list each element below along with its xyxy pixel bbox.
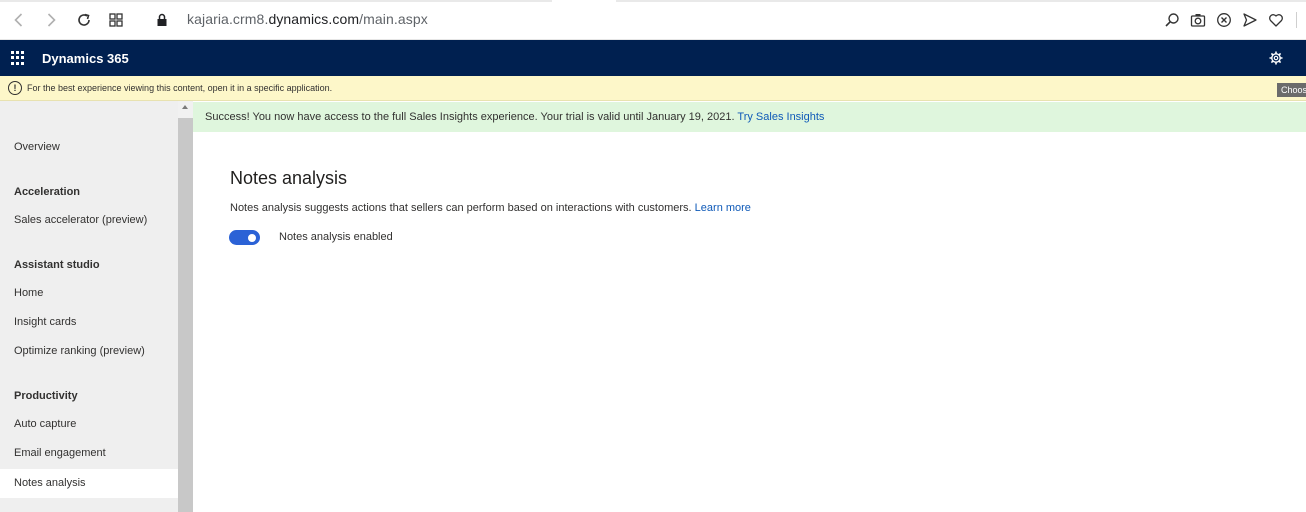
- info-icon: !: [8, 81, 22, 95]
- reload-icon[interactable]: [73, 9, 95, 31]
- forward-icon[interactable]: [40, 9, 62, 31]
- waffle-icon[interactable]: [11, 51, 25, 65]
- choose-app-button[interactable]: Choos: [1277, 83, 1306, 97]
- tabs-grid-icon[interactable]: [105, 9, 127, 31]
- page-title: Notes analysis: [230, 168, 348, 188]
- sidebar-item-optimize-ranking[interactable]: Optimize ranking (preview): [0, 337, 178, 366]
- app-title[interactable]: Dynamics 365: [42, 51, 129, 66]
- toolbar-separator: [1296, 12, 1297, 28]
- send-icon[interactable]: [1241, 11, 1259, 29]
- camera-icon[interactable]: [1189, 11, 1207, 29]
- success-message: Success! You now have access to the full…: [205, 111, 735, 123]
- back-icon[interactable]: [8, 9, 30, 31]
- learn-more-link[interactable]: Learn more: [695, 202, 751, 214]
- url-path: /main.aspx: [359, 11, 428, 27]
- page-description: Notes analysis suggests actions that sel…: [230, 202, 751, 214]
- browser-toolbar: kajaria.crm8.dynamics.com/main.aspx: [0, 0, 1306, 40]
- toggle-label: Notes analysis enabled: [279, 231, 393, 243]
- sidebar-heading-productivity: Productivity: [14, 390, 78, 402]
- scrollbar-thumb[interactable]: [178, 118, 193, 512]
- url-host-prefix: kajaria.crm8.: [187, 11, 269, 27]
- success-notification-bar: Success! You now have access to the full…: [193, 102, 1306, 132]
- search-icon[interactable]: [1163, 11, 1181, 29]
- sidebar-item-overview[interactable]: Overview: [0, 133, 178, 162]
- sidebar-item-insight-cards[interactable]: Insight cards: [0, 308, 178, 337]
- sidebar-item-auto-capture[interactable]: Auto capture: [0, 410, 178, 439]
- shield-x-icon[interactable]: [1215, 11, 1233, 29]
- sidebar-item-sales-accelerator[interactable]: Sales accelerator (preview): [0, 206, 178, 235]
- sidebar-heading-acceleration: Acceleration: [14, 186, 81, 198]
- address-bar-url[interactable]: kajaria.crm8.dynamics.com/main.aspx: [187, 11, 428, 27]
- lock-icon: [151, 9, 173, 31]
- scroll-up-arrow-icon[interactable]: [182, 105, 188, 109]
- tab-strip-edge: [0, 0, 552, 2]
- sidebar-scrollbar[interactable]: [178, 101, 193, 512]
- try-sales-insights-link[interactable]: Try Sales Insights: [737, 111, 824, 123]
- info-text: For the best experience viewing this con…: [27, 83, 333, 93]
- sidebar-item-home[interactable]: Home: [0, 279, 178, 308]
- settings-icon[interactable]: [1268, 50, 1284, 66]
- toggle-knob: [248, 233, 256, 242]
- description-text: Notes analysis suggests actions that sel…: [230, 202, 692, 214]
- tab-strip-edge: [616, 0, 1306, 2]
- sidebar-item-notes-analysis[interactable]: Notes analysis: [0, 469, 178, 498]
- success-text: Success! You now have access to the full…: [205, 111, 824, 123]
- sidebar-heading-assistant-studio: Assistant studio: [14, 259, 100, 271]
- info-notification-bar: ! For the best experience viewing this c…: [0, 76, 1306, 101]
- sidebar: Overview Acceleration Sales accelerator …: [0, 101, 178, 512]
- sidebar-item-email-engagement[interactable]: Email engagement: [0, 439, 178, 468]
- app-header: Dynamics 365: [0, 40, 1306, 76]
- url-host: dynamics.com: [268, 11, 360, 27]
- notes-analysis-toggle[interactable]: [229, 230, 260, 245]
- heart-icon[interactable]: [1267, 11, 1285, 29]
